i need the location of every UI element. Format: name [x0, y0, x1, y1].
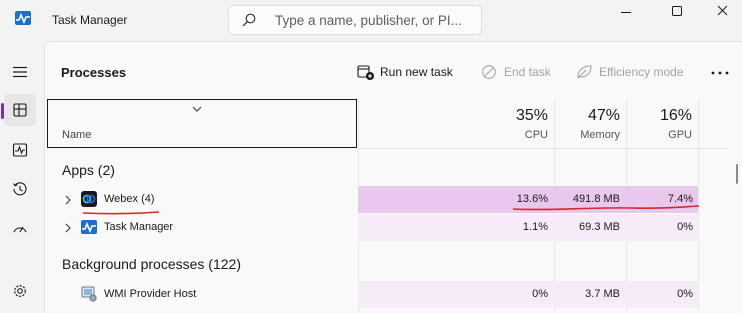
- expand-chevron-right-icon[interactable]: [64, 195, 72, 205]
- search-placeholder: Type a name, publisher, or PI...: [275, 13, 462, 28]
- end-task-icon: [482, 65, 496, 79]
- gpu-cell: 0%: [677, 221, 693, 233]
- wmi-process-icon: [81, 286, 97, 302]
- task-manager-process-icon: [81, 220, 97, 234]
- search-icon: [242, 13, 256, 27]
- memory-cell: 3.7 MB: [585, 288, 620, 300]
- nav-settings[interactable]: [4, 275, 36, 307]
- nav-startup-apps[interactable]: [4, 213, 36, 245]
- cpu-column-label: CPU: [524, 129, 548, 141]
- history-icon: [13, 182, 27, 196]
- nav-app-history[interactable]: [4, 173, 36, 205]
- efficiency-mode-label: Efficiency mode: [599, 65, 684, 79]
- navigation-rail: [0, 40, 40, 312]
- performance-icon: [12, 143, 28, 157]
- active-indicator: [1, 103, 4, 119]
- header-divider: [358, 148, 728, 149]
- vertical-scrollbar[interactable]: [736, 164, 738, 184]
- window-title: Task Manager: [52, 13, 128, 27]
- memory-cell: 69.3 MB: [579, 221, 620, 233]
- gpu-column-label: GPU: [668, 129, 692, 141]
- page-title: Processes: [61, 65, 127, 80]
- webex-app-icon: [81, 191, 97, 207]
- cpu-column-header[interactable]: 35% CPU: [358, 99, 554, 148]
- cpu-cell: 0%: [532, 288, 548, 300]
- name-column-label: Name: [62, 129, 92, 141]
- sort-chevron-down-icon: [192, 106, 202, 112]
- nav-processes[interactable]: [1, 94, 36, 126]
- processes-icon: [13, 103, 27, 117]
- group-header-apps: Apps (2): [62, 162, 115, 178]
- hamburger-menu-button[interactable]: [4, 56, 36, 88]
- nav-performance[interactable]: [4, 134, 36, 166]
- annotation-underline: [512, 205, 700, 211]
- more-options-button[interactable]: [710, 65, 730, 81]
- run-task-icon: [357, 65, 374, 80]
- memory-column-header[interactable]: 47% Memory: [554, 99, 626, 148]
- process-name: Task Manager: [104, 221, 174, 233]
- search-input[interactable]: Type a name, publisher, or PI...: [228, 5, 482, 35]
- gpu-cell: 0%: [677, 288, 693, 300]
- leaf-icon: [577, 65, 592, 79]
- maximize-button[interactable]: [654, 2, 700, 24]
- run-new-task-label: Run new task: [380, 65, 453, 79]
- gpu-total-percent: 16%: [659, 107, 692, 124]
- end-task-label: End task: [504, 65, 551, 79]
- close-button[interactable]: [699, 2, 742, 24]
- task-manager-app-icon: [15, 11, 31, 25]
- cpu-total-percent: 35%: [515, 107, 548, 124]
- name-column-header[interactable]: Name: [47, 99, 357, 148]
- speedometer-icon: [13, 226, 27, 233]
- content-panel: [44, 41, 742, 313]
- group-header-background: Background processes (122): [62, 256, 241, 272]
- minimize-button[interactable]: [603, 2, 649, 24]
- cpu-cell: 1.1%: [522, 221, 548, 233]
- memory-total-percent: 47%: [587, 107, 620, 124]
- title-bar: Task Manager Type a name, publisher, or …: [0, 0, 742, 40]
- process-name: Webex (4): [104, 193, 155, 205]
- memory-column-label: Memory: [580, 129, 620, 141]
- expand-chevron-right-icon[interactable]: [64, 223, 72, 233]
- gpu-column-header[interactable]: 16% GPU: [626, 99, 698, 148]
- gear-icon: [14, 285, 26, 297]
- process-name: WMI Provider Host: [104, 288, 197, 300]
- hamburger-icon: [13, 66, 27, 78]
